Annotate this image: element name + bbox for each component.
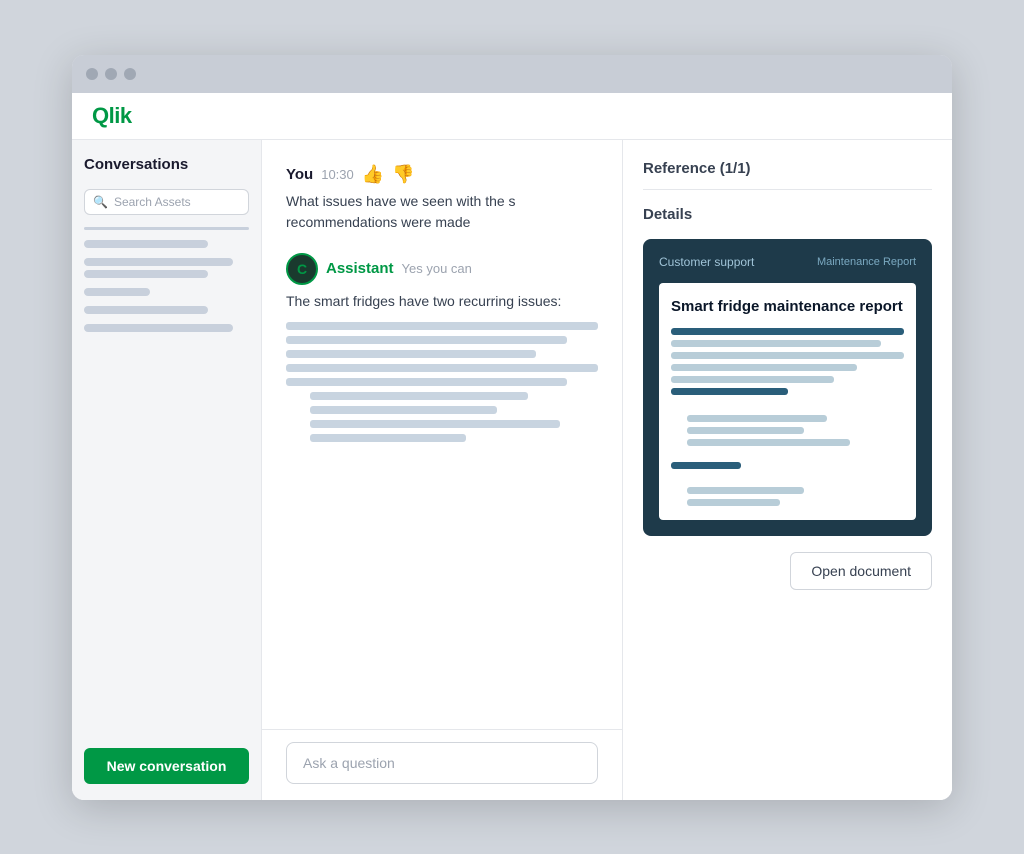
conv-line xyxy=(84,270,208,278)
sidebar-title: Conversations xyxy=(84,156,249,173)
content-line xyxy=(310,420,560,428)
user-message-text: What issues have we seen with the s reco… xyxy=(286,191,598,233)
sidebar: Conversations 🔍 Search Assets xyxy=(72,140,262,800)
doc-line xyxy=(671,340,881,347)
document-card: Customer support Maintenance Report Smar… xyxy=(643,239,932,537)
list-item[interactable] xyxy=(84,324,249,332)
doc-spacer xyxy=(671,400,904,410)
conv-line xyxy=(84,240,208,248)
thumbs-actions: 👍 👎 xyxy=(362,164,415,185)
doc-line xyxy=(671,462,741,469)
conv-line xyxy=(84,306,208,314)
list-item[interactable] xyxy=(84,306,249,314)
doc-title: Smart fridge maintenance report xyxy=(671,297,904,317)
search-box[interactable]: 🔍 Search Assets xyxy=(84,189,249,215)
doc-line xyxy=(687,427,804,434)
assistant-message-header: C Assistant Yes you can xyxy=(286,253,598,285)
conv-line xyxy=(84,258,233,266)
user-time: 10:30 xyxy=(321,167,354,182)
assistant-message-text: The smart fridges have two recurring iss… xyxy=(286,291,598,312)
assistant-greeting: Yes you can xyxy=(402,261,472,276)
doc-line xyxy=(687,487,804,494)
assistant-avatar: C xyxy=(286,253,318,285)
user-message-header: You 10:30 👍 👎 xyxy=(286,164,598,185)
content-line xyxy=(286,336,567,344)
chat-messages: You 10:30 👍 👎 What issues have we seen w… xyxy=(262,140,622,729)
doc-type: Maintenance Report xyxy=(817,256,916,268)
content-line xyxy=(286,364,598,372)
doc-spacer xyxy=(671,451,904,457)
doc-line xyxy=(671,328,904,335)
traffic-light-maximize xyxy=(124,68,136,80)
doc-category: Customer support xyxy=(659,255,754,269)
browser-titlebar xyxy=(72,55,952,93)
search-placeholder: Search Assets xyxy=(114,195,191,209)
doc-content-lines xyxy=(671,328,904,506)
traffic-light-close xyxy=(86,68,98,80)
assistant-message-group: C Assistant Yes you can The smart fridge… xyxy=(286,253,598,442)
list-item[interactable] xyxy=(84,240,249,248)
conv-line xyxy=(84,324,233,332)
doc-line xyxy=(671,364,857,371)
doc-line xyxy=(687,415,827,422)
details-label: Details xyxy=(643,206,932,223)
main-layout: Conversations 🔍 Search Assets xyxy=(72,140,952,800)
list-item[interactable] xyxy=(84,258,249,278)
content-line xyxy=(286,322,598,330)
user-message-group: You 10:30 👍 👎 What issues have we seen w… xyxy=(286,164,598,233)
chat-input-area: Ask a question xyxy=(262,729,622,800)
app-container: Qlik Conversations 🔍 Search Assets xyxy=(72,93,952,800)
thumbs-down-icon[interactable]: 👎 xyxy=(392,164,414,185)
content-line xyxy=(310,406,497,414)
content-line xyxy=(310,392,528,400)
content-line xyxy=(286,350,536,358)
new-conversation-button[interactable]: New conversation xyxy=(84,748,249,784)
reference-title: Reference (1/1) xyxy=(643,160,932,190)
user-author: You xyxy=(286,166,313,183)
doc-card-inner: Smart fridge maintenance report xyxy=(659,283,916,521)
doc-line xyxy=(687,439,850,446)
browser-window: Qlik Conversations 🔍 Search Assets xyxy=(72,55,952,800)
doc-spacer xyxy=(671,474,904,482)
doc-line xyxy=(671,388,788,395)
doc-card-header: Customer support Maintenance Report xyxy=(659,255,916,269)
conv-line xyxy=(84,288,150,296)
content-line xyxy=(286,378,567,386)
search-icon: 🔍 xyxy=(93,195,108,209)
reference-panel: Reference (1/1) Details Customer support… xyxy=(622,140,952,800)
doc-line xyxy=(671,352,904,359)
doc-line xyxy=(687,499,780,506)
app-topbar: Qlik xyxy=(72,93,952,140)
assistant-content-lines xyxy=(286,322,598,442)
thumbs-up-icon[interactable]: 👍 xyxy=(362,164,384,185)
traffic-light-minimize xyxy=(105,68,117,80)
doc-line xyxy=(671,376,834,383)
assistant-author: Assistant xyxy=(326,260,394,277)
content-line xyxy=(310,434,466,442)
chat-panel: You 10:30 👍 👎 What issues have we seen w… xyxy=(262,140,622,800)
chat-input[interactable]: Ask a question xyxy=(286,742,598,784)
separator-line xyxy=(84,227,249,230)
open-document-button[interactable]: Open document xyxy=(790,552,932,590)
qlik-logo: Qlik xyxy=(92,103,132,129)
list-item[interactable] xyxy=(84,288,249,296)
conversation-list xyxy=(84,227,249,736)
chat-input-placeholder: Ask a question xyxy=(303,755,395,771)
